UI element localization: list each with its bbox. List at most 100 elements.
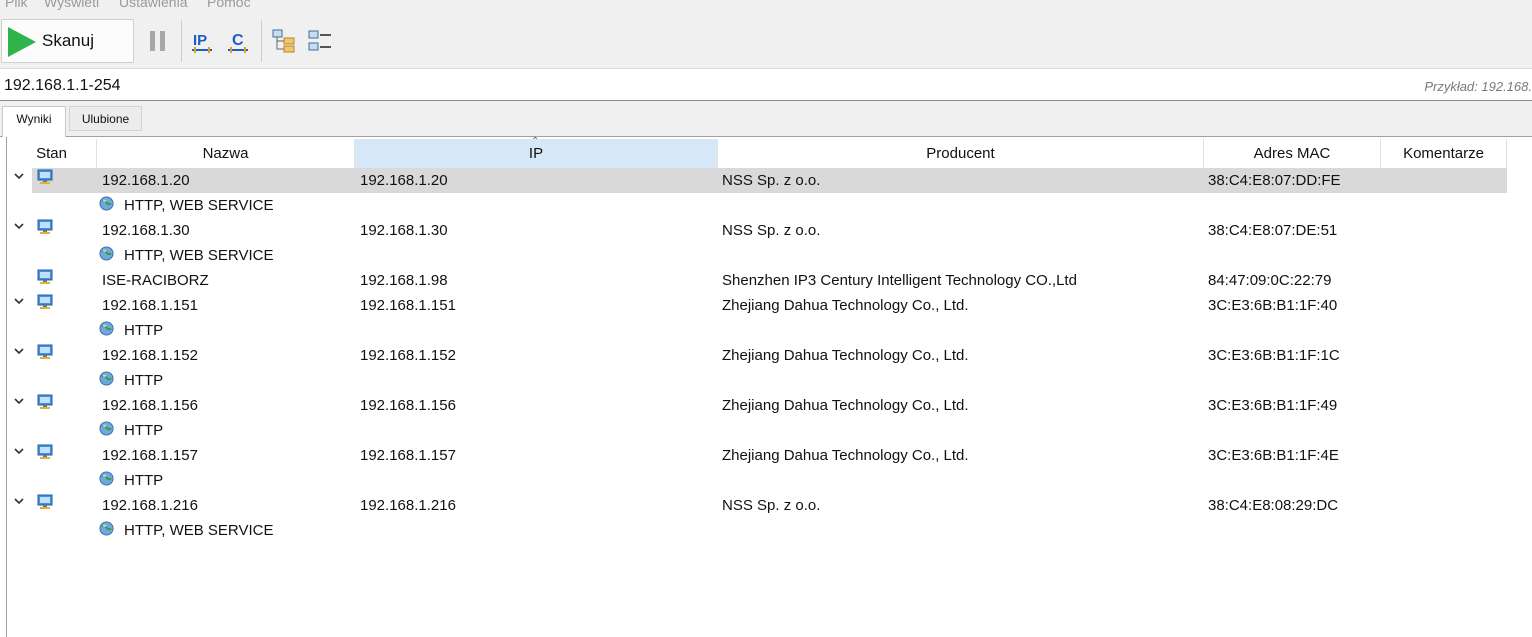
svg-text:IP: IP: [193, 32, 207, 49]
table-row[interactable]: 192.168.1.216 192.168.1.216 NSS Sp. z o.o.…: [7, 493, 1507, 518]
cell-producent: Zhejiang Dahua Technology Co., Ltd.: [722, 447, 969, 464]
table-row[interactable]: ISE-RACIBORZ 192.168.1.98 Shenzhen IP3 Cen…: [7, 268, 1507, 293]
chevron-down-icon[interactable]: [12, 344, 26, 358]
cell-nazwa: 192.168.1.216: [102, 497, 198, 514]
cell-nazwa: ISE-RACIBORZ: [102, 272, 209, 289]
table-row[interactable]: 192.168.1.157 192.168.1.157 Zhejiang Dahua…: [7, 443, 1507, 468]
table-row[interactable]: 192.168.1.156 192.168.1.156 Zhejiang Dahua…: [7, 393, 1507, 418]
ip-range-icon[interactable]: IP: [189, 28, 215, 54]
cell-ip: 192.168.1.156: [360, 397, 456, 414]
tab-wyniki[interactable]: Wyniki: [2, 106, 66, 137]
service-row[interactable]: HTTP, WEB SERVICE: [7, 193, 1507, 218]
globe-icon: [99, 246, 114, 261]
chevron-down-icon[interactable]: [12, 444, 26, 458]
service-row[interactable]: HTTP: [7, 368, 1507, 393]
cell-ip: 192.168.1.98: [360, 272, 448, 289]
chevron-down-icon[interactable]: [12, 394, 26, 408]
computer-icon: [37, 269, 53, 284]
menu-bar: Plik Wyświetl Ustawienia Pomoc: [0, 0, 1532, 14]
toolbar-separator: [181, 20, 182, 62]
globe-icon: [99, 196, 114, 211]
globe-icon: [99, 371, 114, 386]
cell-producent: NSS Sp. z o.o.: [722, 497, 821, 514]
expand-all-icon[interactable]: [271, 28, 297, 54]
pause-icon[interactable]: [150, 31, 166, 51]
cell-services: HTTP, WEB SERVICE: [124, 247, 274, 264]
cell-services: HTTP: [124, 422, 164, 439]
cell-producent: NSS Sp. z o.o.: [722, 222, 821, 239]
ip-range-value[interactable]: 192.168.1.1-254: [4, 77, 121, 95]
menu-plik[interactable]: Plik: [5, 0, 28, 10]
menu-wyswietl[interactable]: Wyświetl: [44, 0, 99, 10]
svg-text:C: C: [232, 32, 244, 49]
cell-nazwa: 192.168.1.156: [102, 397, 198, 414]
cell-adres-mac: 84:47:09:0C:22:79: [1208, 272, 1332, 289]
collapse-all-icon[interactable]: [307, 28, 333, 54]
chevron-down-icon[interactable]: [12, 219, 26, 233]
chevron-down-icon[interactable]: [12, 294, 26, 308]
cell-services: HTTP: [124, 472, 164, 489]
scan-button[interactable]: Skanuj: [1, 19, 134, 63]
cell-ip: 192.168.1.216: [360, 497, 456, 514]
tab-ulubione[interactable]: Ulubione: [69, 106, 142, 131]
menu-pomoc[interactable]: Pomoc: [207, 0, 251, 10]
toolbar: Skanuj IP C: [0, 14, 1532, 69]
cell-adres-mac: 38:C4:E8:07:DD:FE: [1208, 172, 1341, 189]
column-header-ip[interactable]: ⌃ IP: [355, 136, 718, 168]
cell-adres-mac: 3C:E3:6B:B1:1F:40: [1208, 297, 1338, 314]
cell-services: HTTP, WEB SERVICE: [124, 522, 274, 539]
cell-services: HTTP, WEB SERVICE: [124, 197, 274, 214]
cell-producent: Shenzhen IP3 Century Intelligent Technol…: [722, 272, 1077, 289]
computer-icon: [37, 444, 53, 459]
computer-icon: [37, 394, 53, 409]
cell-ip: 192.168.1.157: [360, 447, 456, 464]
cell-nazwa: 192.168.1.151: [102, 297, 198, 314]
chevron-down-icon[interactable]: [12, 169, 26, 183]
cell-nazwa: 192.168.1.152: [102, 347, 198, 364]
cell-nazwa: 192.168.1.157: [102, 447, 198, 464]
column-header-nazwa[interactable]: Nazwa: [97, 139, 355, 168]
column-header-adres-mac[interactable]: Adres MAC: [1204, 139, 1381, 168]
toolbar-separator: [261, 20, 262, 62]
computer-icon: [37, 169, 53, 184]
globe-icon: [99, 321, 114, 336]
cell-services: HTTP: [124, 322, 164, 339]
play-icon: [8, 27, 36, 57]
scan-button-label: Skanuj: [42, 31, 94, 50]
computer-icon: [37, 494, 53, 509]
table-row[interactable]: 192.168.1.151 192.168.1.151 Zhejiang Dahua…: [7, 293, 1507, 318]
service-row[interactable]: HTTP: [7, 468, 1507, 493]
column-header-producent[interactable]: Producent: [718, 139, 1204, 168]
globe-icon: [99, 471, 114, 486]
menu-ustawienia[interactable]: Ustawienia: [119, 0, 187, 10]
computer-icon: [37, 294, 53, 309]
c-class-icon[interactable]: C: [225, 28, 251, 54]
table-row[interactable]: 192.168.1.30 192.168.1.30 NSS Sp. z o.o. 38…: [7, 218, 1507, 243]
ip-range-field[interactable]: 192.168.1.1-254 Przykład: 192.168.: [0, 72, 1532, 101]
cell-adres-mac: 38:C4:E8:08:29:DC: [1208, 497, 1339, 514]
cell-adres-mac: 3C:E3:6B:B1:1F:1C: [1208, 347, 1340, 364]
service-row[interactable]: HTTP, WEB SERVICE: [7, 518, 1507, 543]
tab-bar: Wyniki Ulubione: [0, 101, 1532, 137]
cell-nazwa: 192.168.1.30: [102, 222, 190, 239]
cell-producent: Zhejiang Dahua Technology Co., Ltd.: [722, 347, 969, 364]
results-table: Stan Nazwa ⌃ IP Producent Adres MAC Kome…: [6, 137, 1532, 637]
cell-producent: Zhejiang Dahua Technology Co., Ltd.: [722, 297, 969, 314]
column-header-komentarze[interactable]: Komentarze: [1381, 139, 1507, 168]
table-row[interactable]: 192.168.1.20 192.168.1.20 NSS Sp. z o.o. 38…: [7, 168, 1507, 193]
cell-adres-mac: 3C:E3:6B:B1:1F:4E: [1208, 447, 1339, 464]
chevron-down-icon[interactable]: [12, 494, 26, 508]
cell-adres-mac: 38:C4:E8:07:DE:51: [1208, 222, 1338, 239]
cell-ip: 192.168.1.151: [360, 297, 456, 314]
column-header-stan[interactable]: Stan: [7, 139, 97, 168]
table-row[interactable]: 192.168.1.152 192.168.1.152 Zhejiang Dahua…: [7, 343, 1507, 368]
globe-icon: [99, 421, 114, 436]
cell-producent: Zhejiang Dahua Technology Co., Ltd.: [722, 397, 969, 414]
service-row[interactable]: HTTP, WEB SERVICE: [7, 243, 1507, 268]
sort-ascending-icon: ⌃: [531, 136, 540, 147]
service-row[interactable]: HTTP: [7, 318, 1507, 343]
computer-icon: [37, 344, 53, 359]
cell-nazwa: 192.168.1.20: [102, 172, 190, 189]
service-row[interactable]: HTTP: [7, 418, 1507, 443]
table-header: Stan Nazwa ⌃ IP Producent Adres MAC Kome…: [7, 136, 1507, 168]
